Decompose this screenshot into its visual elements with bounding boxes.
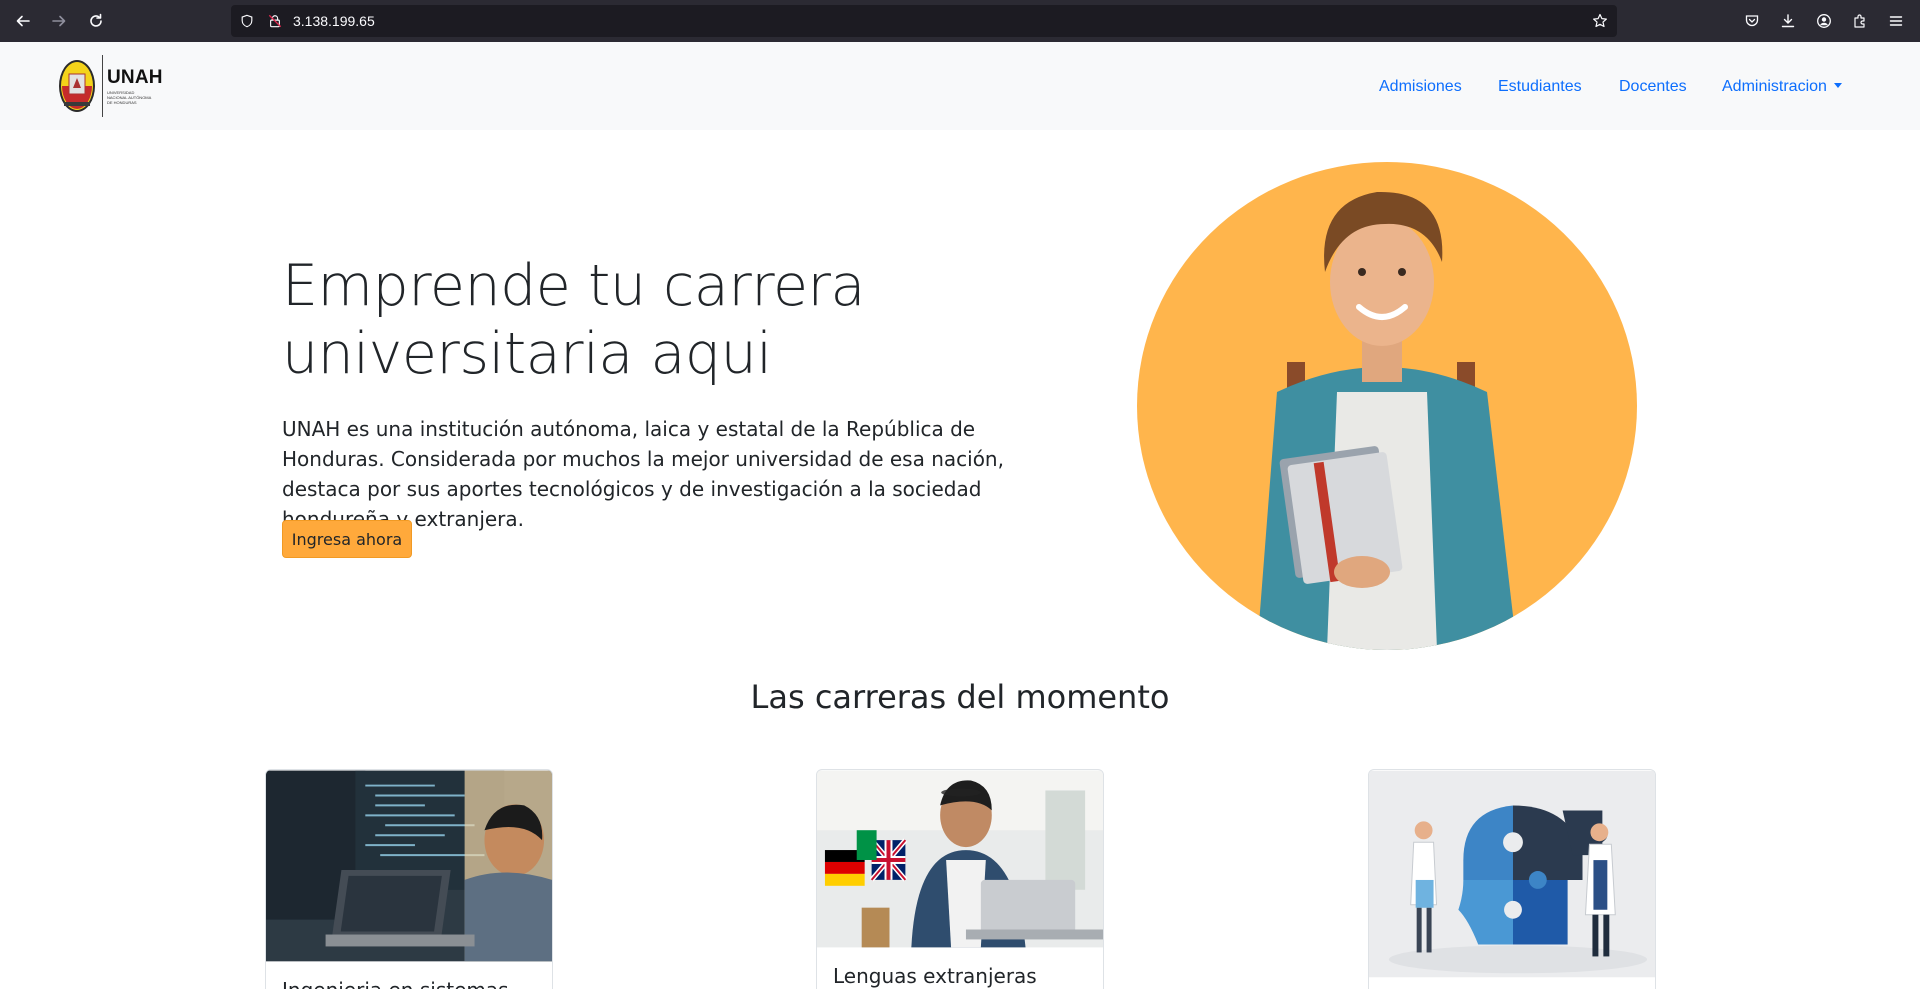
menu-icon[interactable] (1886, 11, 1906, 31)
unah-seal-icon (58, 58, 96, 114)
insecure-lock-icon[interactable] (267, 13, 283, 29)
hero-title: Emprende tu carrera universitaria aqui (282, 252, 932, 388)
career-card[interactable]: Lenguas extranjeras (816, 769, 1104, 989)
extensions-icon[interactable] (1850, 11, 1870, 31)
section-title: Las carreras del momento (750, 678, 1170, 716)
back-icon[interactable] (11, 9, 35, 33)
career-image-lenguas (817, 770, 1103, 948)
hero-title-line1: Emprende tu carrera (282, 253, 865, 319)
reload-icon[interactable] (84, 9, 108, 33)
nav-admisiones[interactable]: Admisiones (1379, 78, 1462, 96)
career-card-title: Lenguas extranjeras (833, 964, 1037, 988)
url-bar[interactable]: 3.138.199.65 (231, 5, 1617, 37)
download-icon[interactable] (1778, 11, 1798, 31)
logo-divider (102, 55, 103, 117)
career-card[interactable]: Ingenieria en sistemas (265, 769, 553, 989)
nav-estudiantes[interactable]: Estudiantes (1498, 78, 1582, 96)
career-card[interactable] (1368, 769, 1656, 989)
site-navbar: UNAH UNIVERSIDAD NACIONAL AUTÓNOMA DE HO… (0, 42, 1920, 130)
hero-title-line2: universitaria aqui (282, 321, 772, 387)
logo-subtitle: UNIVERSIDAD NACIONAL AUTÓNOMA DE HONDURA… (107, 89, 152, 105)
career-image-psicologia (1369, 770, 1655, 978)
hero-student-image (1137, 162, 1637, 650)
browser-toolbar: 3.138.199.65 (0, 0, 1920, 42)
url-text: 3.138.199.65 (293, 13, 375, 29)
account-icon[interactable] (1814, 11, 1834, 31)
forward-icon[interactable] (47, 9, 71, 33)
nav-administracion-dropdown[interactable]: Administracion (1722, 78, 1842, 96)
career-image-sistemas (266, 770, 552, 962)
nav-administracion-label: Administracion (1722, 78, 1827, 95)
hero-lead: UNAH es una institución autónoma, laica … (282, 417, 1004, 531)
nav-docentes[interactable]: Docentes (1619, 78, 1687, 96)
pocket-icon[interactable] (1742, 11, 1762, 31)
unah-logo[interactable]: UNAH UNIVERSIDAD NACIONAL AUTÓNOMA DE HO… (58, 54, 163, 118)
chevron-down-icon (1833, 83, 1842, 88)
bookmark-star-icon[interactable] (1592, 13, 1608, 29)
ingresa-ahora-button[interactable]: Ingresa ahora (282, 520, 412, 558)
shield-icon[interactable] (239, 13, 255, 29)
career-card-title: Ingenieria en sistemas (282, 978, 509, 989)
logo-name: UNAH (107, 66, 163, 88)
